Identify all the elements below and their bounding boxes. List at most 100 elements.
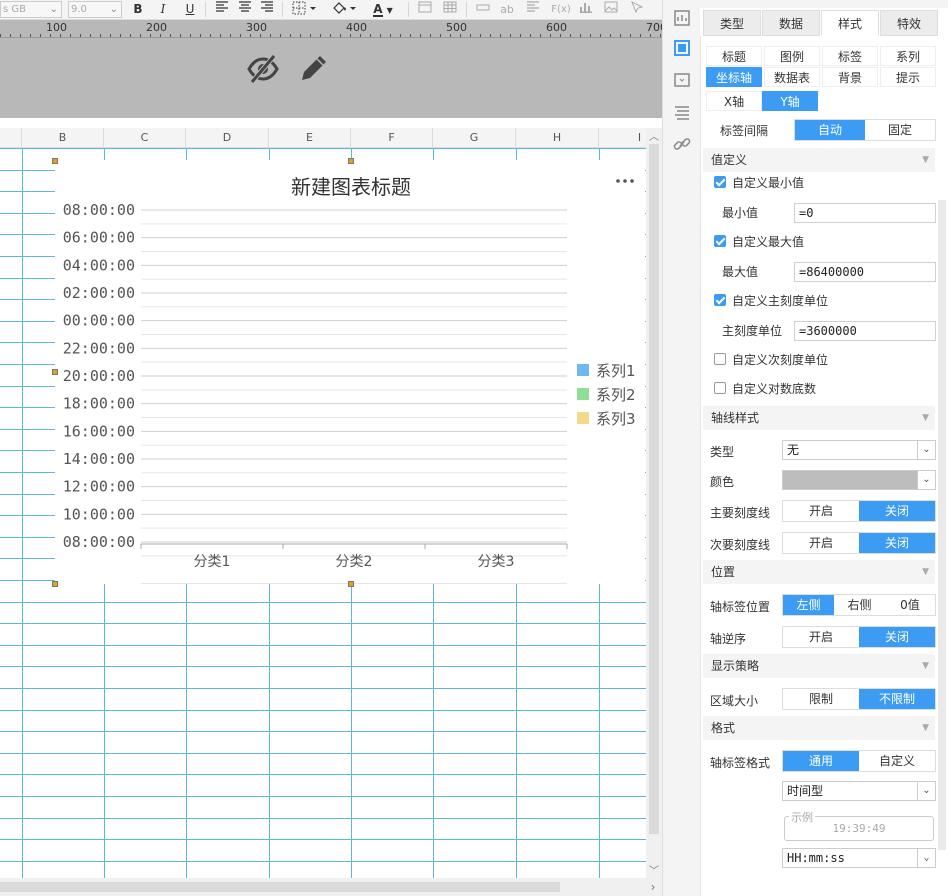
column-header[interactable]: B [22, 128, 104, 148]
subtab-background[interactable]: 背景 [822, 67, 878, 87]
chart-title[interactable]: 新建图表标题 [291, 175, 411, 199]
horizontal-scrollbar[interactable]: › [0, 878, 662, 896]
resize-handle[interactable] [348, 158, 354, 164]
minor-tick-on-option[interactable]: 开启 [783, 533, 859, 553]
minor-tick-off-option[interactable]: 关闭 [859, 533, 935, 553]
legend-label[interactable]: 系列2 [596, 386, 636, 404]
scrollbar-thumb[interactable] [0, 882, 560, 892]
chart-icon[interactable] [577, 1, 595, 18]
vertical-scrollbar[interactable]: ︿ ﹀ [646, 128, 662, 878]
field-icon[interactable] [474, 1, 492, 18]
underline-button[interactable]: U [182, 1, 198, 18]
main-tab-1[interactable]: 数据 [762, 10, 820, 36]
subtab-datatable[interactable]: 数据表 [764, 67, 820, 87]
min-value-input[interactable]: =0 [794, 203, 936, 223]
edit-pencil-icon[interactable] [298, 52, 330, 84]
custom-max-checkbox[interactable] [714, 235, 726, 247]
subtab-title[interactable]: 标题 [706, 46, 762, 66]
interval-auto-option[interactable]: 自动 [795, 120, 865, 140]
resize-handle[interactable] [52, 158, 58, 164]
subtab-axis[interactable]: 坐标轴 [706, 67, 762, 87]
subtab-series[interactable]: 系列 [880, 46, 936, 66]
font-color-button[interactable]: A ▼ [368, 1, 398, 18]
chevron-up-icon[interactable]: ︿ [647, 128, 661, 144]
format-pattern-select[interactable]: HH:mm:ss ⌄ [782, 848, 936, 868]
custom-min-checkbox[interactable] [714, 176, 726, 188]
custom-log-base-checkbox[interactable] [714, 382, 726, 394]
axis-type-select[interactable]: 无 ⌄ [782, 440, 936, 460]
reverse-on-option[interactable]: 开启 [783, 627, 859, 647]
bold-button[interactable]: B [130, 1, 146, 18]
label-pos-right-option[interactable]: 右侧 [834, 595, 885, 615]
chart-widget[interactable]: 新建图表标题 08:00:00 06:00:00 04:00:00 02:00:00 00… [55, 160, 645, 861]
column-header[interactable]: E [269, 128, 351, 148]
cell-attributes-icon[interactable] [672, 8, 692, 28]
column-header[interactable]: G [433, 128, 516, 148]
resize-handle[interactable] [52, 581, 58, 587]
main-tab-2[interactable]: 样式 [821, 10, 879, 36]
merge-cells-icon[interactable] [416, 1, 434, 18]
custom-major-unit-checkbox[interactable] [714, 294, 726, 306]
subtab-tooltip[interactable]: 提示 [880, 67, 936, 87]
format-custom-option[interactable]: 自定义 [859, 751, 935, 771]
format-type-select[interactable]: 时间型 ⌄ [782, 781, 936, 801]
cursor-icon[interactable] [628, 0, 646, 18]
list-settings-icon[interactable] [672, 102, 692, 122]
label-pos-zero-option[interactable]: 0值 [885, 595, 935, 615]
tab-y-axis[interactable]: Y轴 [762, 91, 818, 111]
main-tab-3[interactable]: 特效 [880, 10, 938, 36]
section-position[interactable]: 位置 ▼ [703, 560, 935, 584]
major-tick-on-option[interactable]: 开启 [783, 501, 859, 521]
align-left-icon[interactable] [213, 1, 231, 18]
area-limit-option[interactable]: 限制 [783, 689, 859, 709]
panel-scrollbar[interactable] [938, 200, 946, 850]
reverse-off-option[interactable]: 关闭 [859, 627, 935, 647]
align-right-icon[interactable] [258, 1, 276, 18]
column-header[interactable]: F [351, 128, 433, 148]
hide-icon[interactable] [246, 52, 280, 86]
italic-button[interactable]: I [155, 1, 171, 18]
major-unit-input[interactable]: =3600000 [794, 321, 936, 341]
resize-handle[interactable] [52, 369, 58, 375]
border-icon[interactable] [290, 1, 320, 18]
section-value-definition[interactable]: 值定义 ▼ [703, 148, 935, 172]
custom-minor-unit-checkbox[interactable] [714, 353, 726, 365]
format-general-option[interactable]: 通用 [783, 751, 859, 771]
tab-x-axis[interactable]: X轴 [706, 91, 762, 111]
paragraph-icon[interactable] [524, 1, 542, 18]
column-header[interactable]: D [186, 128, 269, 148]
text-button[interactable]: ab [498, 1, 516, 18]
section-axis-style[interactable]: 轴线样式 ▼ [703, 406, 935, 430]
fill-color-icon[interactable] [329, 1, 359, 18]
area-unlimited-option[interactable]: 不限制 [859, 689, 935, 709]
table-icon[interactable] [441, 1, 459, 18]
legend-label[interactable]: 系列3 [596, 410, 636, 428]
ellipsis-icon[interactable] [630, 179, 634, 183]
font-size-select[interactable]: 9.0 ⌄ [68, 1, 122, 18]
align-center-icon[interactable] [236, 1, 254, 18]
subtab-legend[interactable]: 图例 [764, 46, 820, 66]
section-format[interactable]: 格式 ▼ [703, 716, 935, 740]
legend-label[interactable]: 系列1 [596, 362, 636, 380]
image-icon[interactable] [602, 1, 620, 18]
scrollbar-thumb[interactable] [649, 144, 659, 834]
column-header-a[interactable] [0, 128, 22, 148]
link-icon[interactable] [672, 134, 692, 154]
axis-color-select[interactable]: ⌄ [782, 470, 936, 490]
column-header[interactable]: H [516, 128, 599, 148]
formula-button[interactable]: F(x) [550, 1, 572, 18]
ellipsis-icon[interactable] [616, 179, 620, 183]
chevron-down-icon[interactable]: ﹀ [647, 862, 661, 878]
label-pos-left-option[interactable]: 左侧 [783, 595, 834, 615]
column-header[interactable]: C [104, 128, 186, 148]
interval-fixed-option[interactable]: 固定 [865, 120, 935, 140]
ellipsis-icon[interactable] [623, 179, 627, 183]
max-value-input[interactable]: =86400000 [794, 262, 936, 282]
subtab-label[interactable]: 标签 [822, 46, 878, 66]
chevron-right-icon[interactable]: › [646, 878, 660, 896]
widget-settings-icon[interactable] [672, 38, 692, 58]
font-name-select[interactable]: s GB ⌄ [0, 1, 62, 18]
section-display-strategy[interactable]: 显示策略 ▼ [703, 654, 935, 678]
resize-handle[interactable] [348, 581, 354, 587]
main-tab-0[interactable]: 类型 [703, 10, 761, 36]
